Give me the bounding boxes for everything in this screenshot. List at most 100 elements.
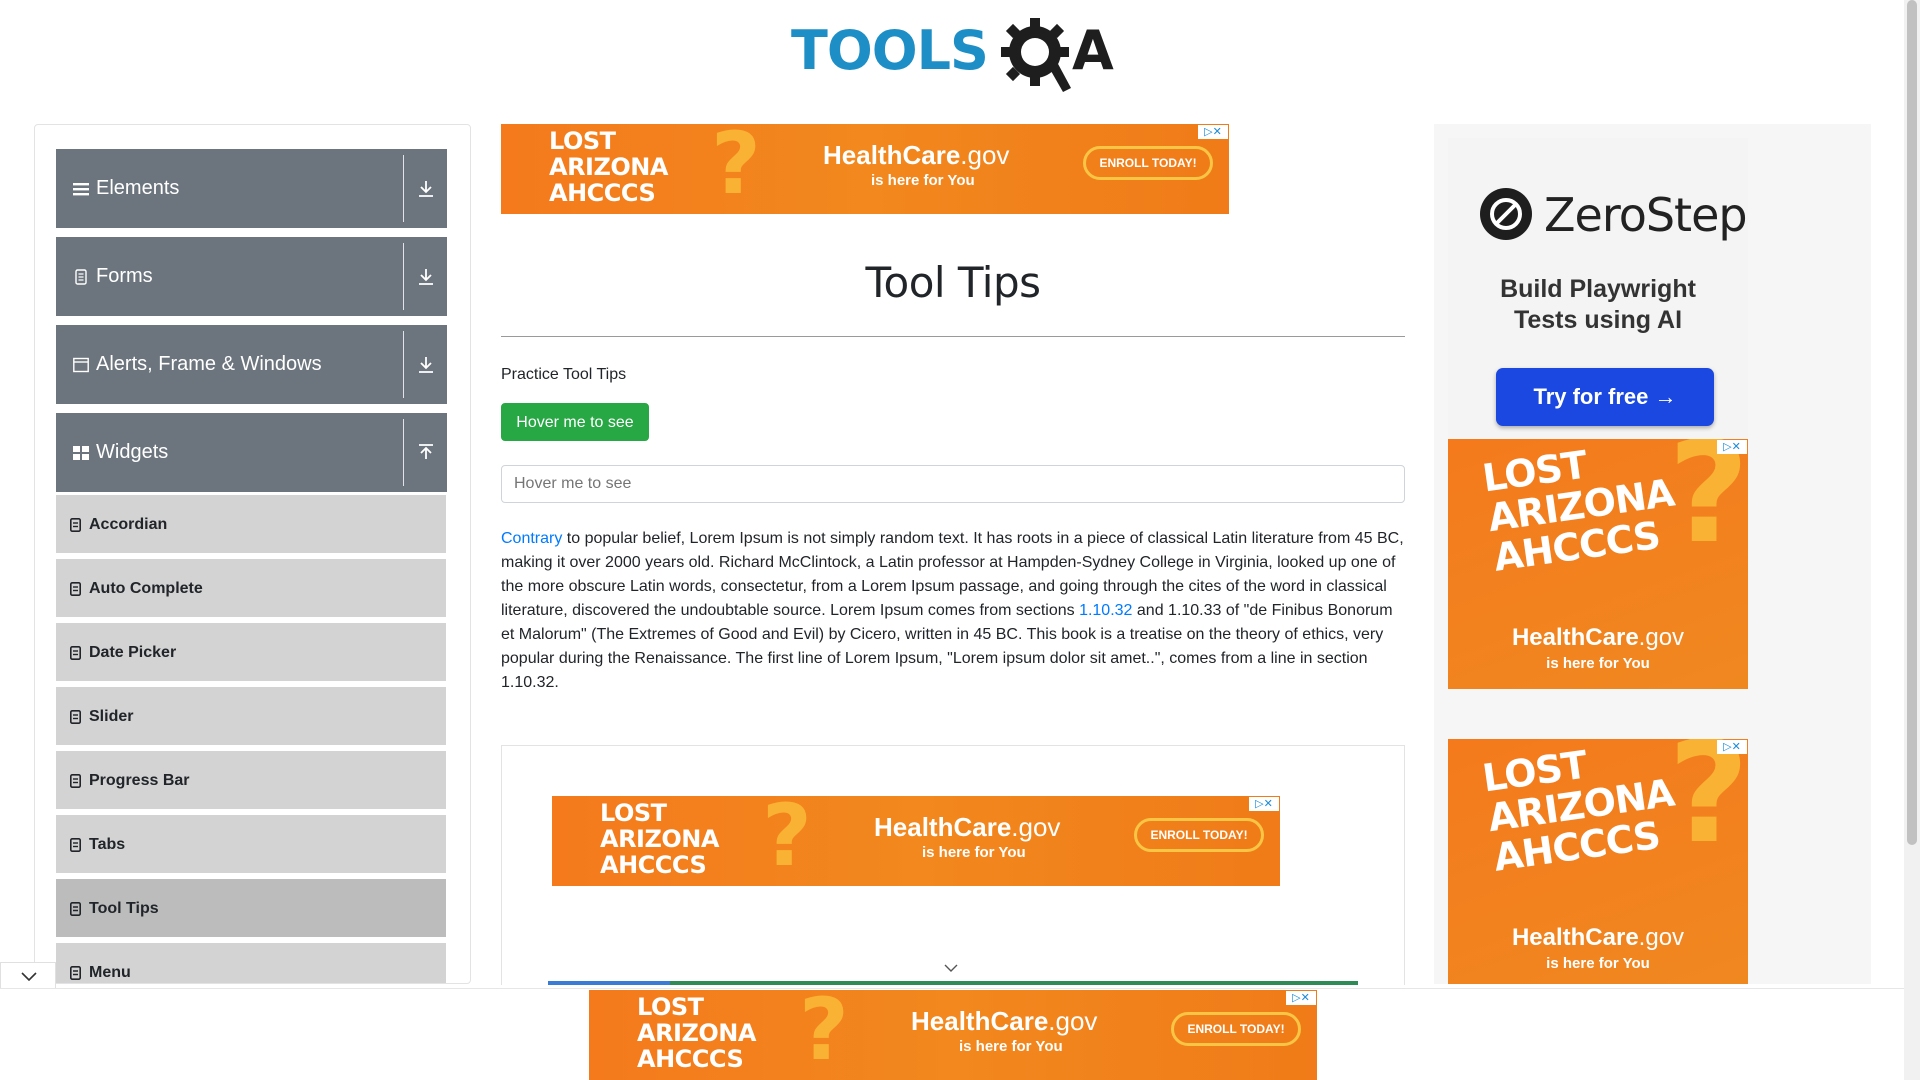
contrary-link[interactable]: Contrary xyxy=(501,530,562,547)
sidebar-group-forms[interactable]: Forms xyxy=(56,237,447,316)
sidebar-item-label: Tabs xyxy=(89,836,126,853)
scrollbar-thumb[interactable] xyxy=(1907,0,1917,845)
enroll-button[interactable]: ENROLL TODAY! xyxy=(1134,818,1264,852)
window-icon xyxy=(73,357,89,373)
ad-subline: is here for You xyxy=(1546,955,1650,972)
upload-icon[interactable] xyxy=(417,443,435,463)
list-doc-icon xyxy=(70,966,81,980)
collapse-ad-button[interactable] xyxy=(0,962,56,988)
gear-search-icon xyxy=(1001,18,1071,92)
ad-subline: is here for You xyxy=(871,172,975,189)
list-doc-icon xyxy=(70,646,81,660)
practice-label: Practice Tool Tips xyxy=(501,366,627,383)
enroll-button[interactable]: ENROLL TODAY! xyxy=(1083,146,1213,180)
divider xyxy=(403,243,404,310)
ad-subline: is here for You xyxy=(922,844,1026,861)
sidebar-item-date-picker[interactable]: Date Picker xyxy=(56,623,446,684)
sidebar-item-label: Slider xyxy=(89,708,134,725)
sidebar-item-menu[interactable]: Menu xyxy=(56,943,446,983)
ad-subline: is here for You xyxy=(959,1038,1063,1055)
question-mark-graphic: ? xyxy=(711,124,761,214)
page-title: Tool Tips xyxy=(865,258,1041,307)
sidebar-item-tool-tips[interactable]: Tool Tips xyxy=(56,879,446,940)
chevron-down-icon[interactable] xyxy=(944,963,958,973)
section-link[interactable]: 1.10.32 xyxy=(1079,602,1132,619)
sidebar-group-label: Alerts, Frame & Windows xyxy=(96,353,322,375)
sidebar-item-label: Tool Tips xyxy=(89,900,159,917)
chevron-down-icon xyxy=(21,972,37,981)
zerostep-ad[interactable]: ZeroStep Build Playwright Tests using AI … xyxy=(1448,138,1748,438)
inline-ad-banner[interactable]: LOST ARIZONA AHCCCS ? HealthCare.gov is he… xyxy=(552,796,1280,886)
ad-brand: HealthCare.gov xyxy=(911,1006,1098,1036)
sidebar-item-label: Auto Complete xyxy=(89,580,203,597)
ad-brand: HealthCare.gov xyxy=(1511,924,1685,951)
list-doc-icon xyxy=(70,774,81,788)
divider xyxy=(501,336,1405,337)
right-sidebar: ZeroStep Build Playwright Tests using AI … xyxy=(1434,124,1871,984)
sidebar-item-accordian[interactable]: Accordian xyxy=(56,495,446,556)
hover-button[interactable]: Hover me to see xyxy=(501,403,649,441)
ad-headline: LOST ARIZONA AHCCCS xyxy=(637,993,756,1073)
divider xyxy=(403,331,404,398)
list-doc-icon xyxy=(70,518,81,532)
adchoices-icon[interactable]: ▷✕ xyxy=(1249,797,1279,811)
ad-brand: HealthCare.gov xyxy=(1511,624,1685,651)
adchoices-icon[interactable]: ▷✕ xyxy=(1286,991,1316,1005)
side-ad-1[interactable]: ? LOST ARIZONA AHCCCS HealthCare.gov is he… xyxy=(1448,439,1748,689)
hamburger-icon xyxy=(73,183,89,196)
hover-input[interactable] xyxy=(501,465,1405,503)
try-for-free-button[interactable]: Try for free → xyxy=(1496,368,1714,426)
sidebar-group-label: Widgets xyxy=(96,441,169,463)
sidebar-group-label: Forms xyxy=(96,265,153,287)
download-icon[interactable] xyxy=(417,267,435,287)
sidebar-item-slider[interactable]: Slider xyxy=(56,687,446,748)
download-icon[interactable] xyxy=(417,355,435,375)
grid-icon xyxy=(73,446,89,460)
divider xyxy=(403,419,404,486)
sidebar-item-tabs[interactable]: Tabs xyxy=(56,815,446,876)
sidebar-group-widgets[interactable]: Widgets xyxy=(56,413,447,492)
zerostep-name: ZeroStep xyxy=(1544,188,1748,242)
lorem-paragraph: Contrary to popular belief, Lorem Ipsum … xyxy=(501,530,1404,691)
logo-word: TOOLS xyxy=(791,19,989,82)
zerostep-logo-icon xyxy=(1480,188,1532,240)
sidebar-group-alerts[interactable]: Alerts, Frame & Windows xyxy=(56,325,447,404)
document-icon xyxy=(75,269,87,285)
left-sidebar: Elements Forms Alerts, Frame & Windows W… xyxy=(34,124,471,984)
adchoices-icon[interactable]: ▷✕ xyxy=(1717,440,1747,454)
logo-letter: A xyxy=(1072,19,1114,82)
question-mark-graphic: ? xyxy=(762,796,812,886)
sidebar-item-label: Date Picker xyxy=(89,644,177,661)
ad-brand: HealthCare.gov xyxy=(823,140,1010,170)
adchoices-icon[interactable]: ▷✕ xyxy=(1198,125,1228,139)
adchoices-icon[interactable]: ▷✕ xyxy=(1717,740,1747,754)
ad-headline: LOST ARIZONA AHCCCS xyxy=(1479,742,1677,880)
list-doc-icon xyxy=(70,582,81,596)
ad-headline: LOST ARIZONA AHCCCS xyxy=(549,127,668,207)
sidebar-item-auto-complete[interactable]: Auto Complete xyxy=(56,559,446,620)
sidebar-item-progress-bar[interactable]: Progress Bar xyxy=(56,751,446,812)
page-scrollbar[interactable] xyxy=(1904,0,1920,1080)
ad-strip xyxy=(548,981,1358,985)
divider xyxy=(403,155,404,222)
ad-brand: HealthCare.gov xyxy=(874,812,1061,842)
sidebar-group-label: Elements xyxy=(96,177,180,199)
toolsqa-logo[interactable]: TOOLS A xyxy=(791,14,1121,94)
ad-headline: LOST ARIZONA AHCCCS xyxy=(1479,442,1677,580)
top-ad-banner[interactable]: LOST ARIZONA AHCCCS ? HealthCare.gov is he… xyxy=(501,124,1229,214)
list-doc-icon xyxy=(70,902,81,916)
ad-subline: is here for You xyxy=(1546,655,1650,672)
list-doc-icon xyxy=(70,838,81,852)
bottom-ad-banner[interactable]: LOST ARIZONA AHCCCS ? HealthCare.gov is he… xyxy=(589,990,1317,1080)
enroll-button[interactable]: ENROLL TODAY! xyxy=(1171,1012,1301,1046)
ad-headline: LOST ARIZONA AHCCCS xyxy=(600,799,719,879)
side-ad-2[interactable]: ? LOST ARIZONA AHCCCS HealthCare.gov is he… xyxy=(1448,739,1748,984)
download-icon[interactable] xyxy=(417,179,435,199)
sidebar-item-label: Progress Bar xyxy=(89,772,190,789)
sidebar-item-label: Menu xyxy=(89,964,131,981)
list-doc-icon xyxy=(70,710,81,724)
sidebar-group-elements[interactable]: Elements xyxy=(56,149,447,228)
question-mark-graphic: ? xyxy=(799,990,849,1080)
zerostep-tagline: Build Playwright Tests using AI xyxy=(1500,275,1696,334)
sidebar-item-label: Accordian xyxy=(89,516,168,533)
